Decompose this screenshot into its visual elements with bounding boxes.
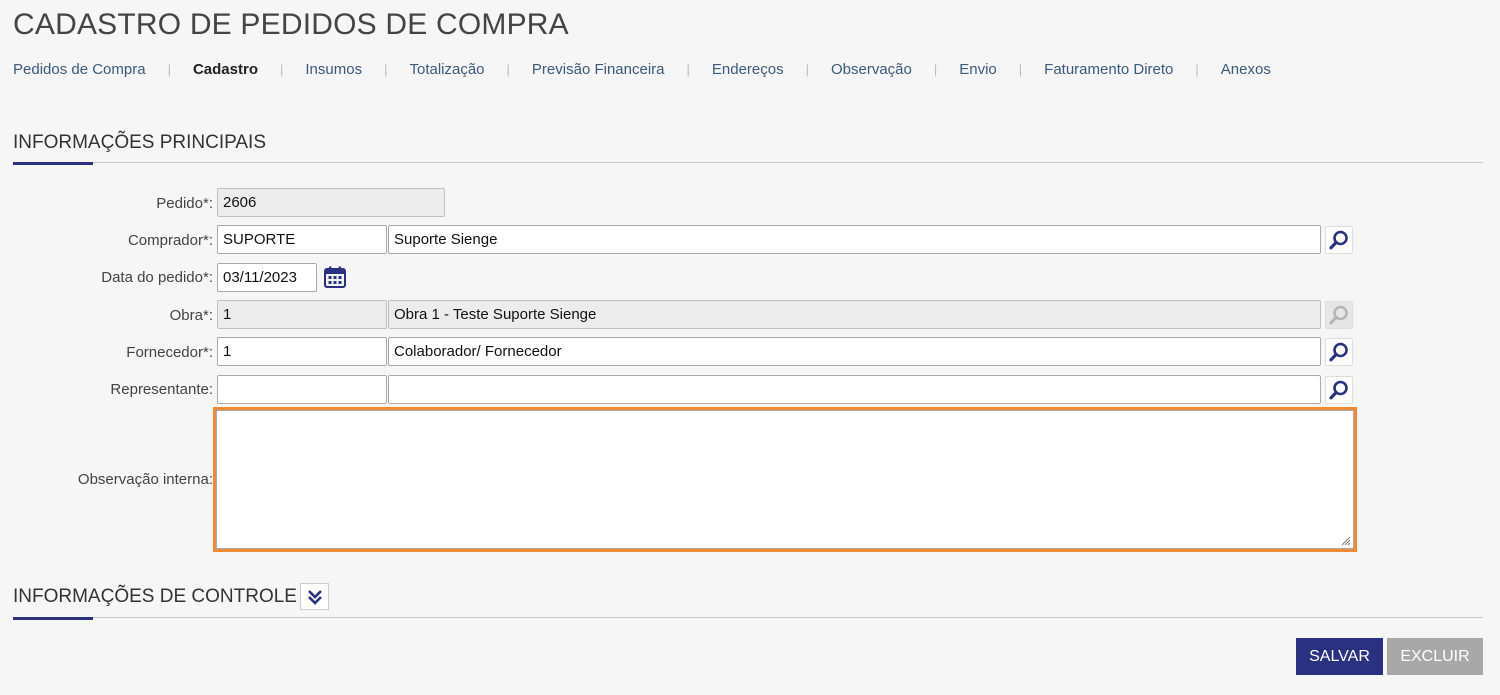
magnifier-icon bbox=[1329, 305, 1348, 325]
magnifier-icon bbox=[1329, 230, 1348, 250]
magnifier-icon bbox=[1329, 342, 1348, 362]
data-pedido-label: Data do pedido*: bbox=[101, 269, 213, 286]
obra-search-button bbox=[1325, 301, 1353, 329]
tab-separator: | bbox=[167, 62, 171, 77]
calendar-button[interactable] bbox=[322, 264, 348, 290]
tab-envio[interactable]: Envio bbox=[959, 61, 997, 78]
tab-separator: | bbox=[1195, 62, 1199, 77]
pedido-label: Pedido*: bbox=[156, 195, 213, 212]
magnifier-icon bbox=[1329, 380, 1348, 400]
observacao-interna-label: Observação interna: bbox=[77, 471, 213, 488]
tab-bar: Pedidos de Compra | Cadastro | Insumos |… bbox=[13, 61, 1271, 78]
tab-separator: | bbox=[506, 62, 510, 77]
tab-faturamento-direto[interactable]: Faturamento Direto bbox=[1044, 61, 1173, 78]
fornecedor-search-button[interactable] bbox=[1325, 338, 1353, 366]
tab-totalizacao[interactable]: Totalização bbox=[409, 61, 484, 78]
observacao-interna-focus-frame bbox=[213, 407, 1357, 552]
section-accent-bar bbox=[13, 162, 93, 165]
tab-anexos[interactable]: Anexos bbox=[1221, 61, 1271, 78]
delete-button: EXCLUIR bbox=[1387, 638, 1483, 675]
comprador-code-field[interactable] bbox=[217, 225, 387, 254]
fornecedor-code-field[interactable] bbox=[217, 337, 387, 366]
page-title: CADASTRO DE PEDIDOS DE COMPRA bbox=[13, 8, 569, 41]
tab-cadastro[interactable]: Cadastro bbox=[193, 61, 258, 78]
data-pedido-field[interactable] bbox=[217, 263, 317, 292]
section-accent-bar bbox=[13, 617, 93, 620]
section-divider bbox=[13, 162, 1483, 163]
resize-grip-icon[interactable] bbox=[1341, 536, 1351, 546]
representante-name-field[interactable] bbox=[388, 375, 1321, 404]
tab-separator: | bbox=[384, 62, 388, 77]
tab-observacao[interactable]: Observação bbox=[831, 61, 912, 78]
section-title-control: INFORMAÇÕES DE CONTROLE bbox=[13, 586, 297, 607]
obra-label: Obra*: bbox=[169, 307, 213, 324]
obra-code-field bbox=[217, 300, 387, 329]
tab-separator: | bbox=[280, 62, 284, 77]
double-chevron-down-icon bbox=[307, 589, 322, 605]
section-divider bbox=[13, 617, 1483, 618]
obra-name-field bbox=[388, 300, 1321, 329]
section-title-main: INFORMAÇÕES PRINCIPAIS bbox=[13, 132, 267, 153]
tab-previsao-financeira[interactable]: Previsão Financeira bbox=[532, 61, 665, 78]
comprador-search-button[interactable] bbox=[1325, 226, 1353, 254]
fornecedor-name-field[interactable] bbox=[388, 337, 1321, 366]
tab-separator: | bbox=[933, 62, 938, 77]
tab-separator: | bbox=[686, 62, 690, 77]
representante-code-field[interactable] bbox=[217, 375, 387, 404]
observacao-interna-textarea[interactable] bbox=[216, 410, 1354, 549]
calendar-icon bbox=[324, 266, 346, 288]
tab-separator: | bbox=[805, 62, 809, 77]
pedido-field bbox=[217, 188, 445, 217]
fornecedor-label: Fornecedor*: bbox=[126, 344, 213, 361]
representante-search-button[interactable] bbox=[1325, 376, 1353, 404]
tab-separator: | bbox=[1018, 62, 1023, 77]
expand-control-section-button[interactable] bbox=[300, 583, 329, 610]
tab-pedidos-de-compra[interactable]: Pedidos de Compra bbox=[13, 61, 146, 78]
save-button[interactable]: SALVAR bbox=[1296, 638, 1383, 675]
representante-label: Representante: bbox=[110, 381, 213, 398]
comprador-label: Comprador*: bbox=[127, 232, 213, 249]
tab-insumos[interactable]: Insumos bbox=[305, 61, 362, 78]
comprador-name-field[interactable] bbox=[388, 225, 1321, 254]
tab-enderecos[interactable]: Endereços bbox=[712, 61, 784, 78]
